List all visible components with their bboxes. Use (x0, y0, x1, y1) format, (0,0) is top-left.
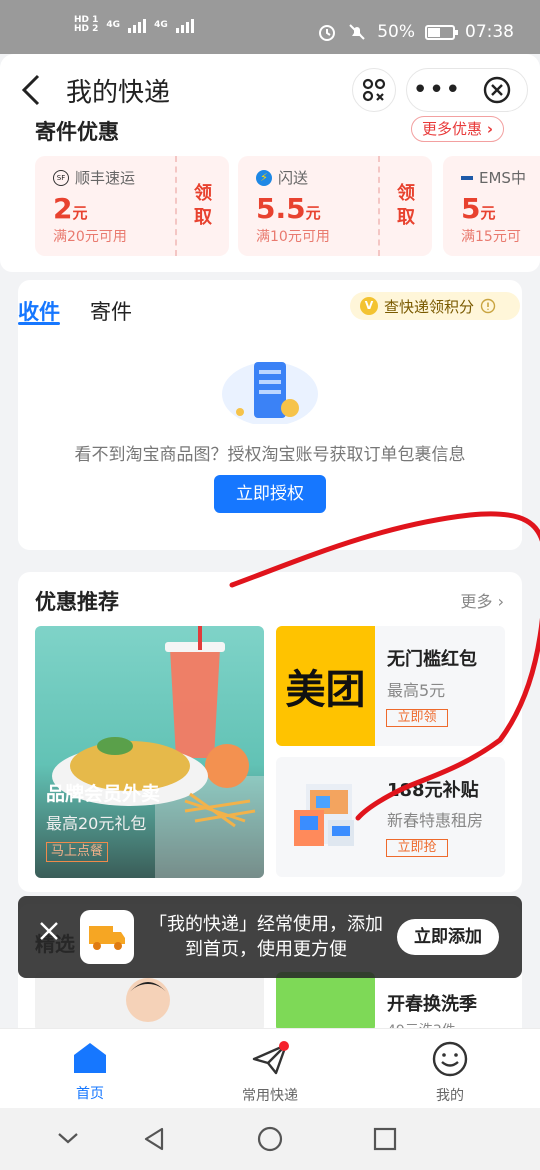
coupon-section-title: 寄件优惠 (35, 120, 119, 144)
building-illustration-icon (294, 784, 354, 846)
coupon-card-sf[interactable]: SF 顺丰速运 2元 满20元可用 领取 (35, 156, 229, 256)
status-bar: HD 1 HD 2 4G 4G 50% 07:38 (0, 0, 540, 54)
authorization-message: 看不到淘宝商品图？授权淘宝账号获取订单包裹信息 (74, 445, 466, 465)
close-button[interactable] (467, 76, 527, 104)
network-gen-2: 4G (154, 20, 168, 30)
coupon-card-ems[interactable]: EMS中 5元 满15元可 (443, 156, 540, 256)
mini-program-capsule: ••• (406, 68, 528, 112)
paper-plane-icon (252, 1041, 289, 1075)
clock: 07:38 (465, 22, 514, 42)
nav-recents-icon[interactable] (372, 1126, 398, 1152)
signal-icon-2 (175, 17, 194, 33)
claim-button[interactable]: 领取 (378, 156, 432, 256)
network-gen: 4G (106, 20, 121, 30)
food-title: 品牌会员外卖 (46, 783, 161, 805)
promotions-title: 优惠推荐 (35, 590, 119, 614)
system-nav-bar (0, 1108, 540, 1170)
meituan-logo: 美团 (276, 626, 375, 746)
alarm-icon (319, 25, 336, 41)
battery-icon (425, 24, 458, 40)
close-icon[interactable] (38, 920, 60, 942)
delivery-truck-icon (89, 926, 125, 950)
back-arrow-icon[interactable] (18, 72, 48, 108)
tab-send[interactable]: 寄件 (90, 296, 132, 326)
more-coupons-link[interactable]: 更多优惠 › (411, 116, 504, 142)
more-options-icon[interactable]: ••• (407, 77, 467, 103)
toast-message: 「我的快递」经常使用，添加到首页，使用更方便 (149, 914, 383, 960)
lightning-icon: ⚡ (256, 169, 272, 186)
meituan-cta[interactable]: 立即领 (386, 709, 448, 727)
promotions-more-link[interactable]: 更多 › (461, 588, 505, 612)
scan-icon (362, 78, 386, 102)
ems-icon (461, 175, 473, 180)
tab-mine[interactable]: 我的 (390, 1041, 510, 1105)
claim-button[interactable]: 领取 (175, 156, 229, 256)
hide-keyboard-chevron-icon[interactable] (56, 1130, 80, 1146)
sf-express-icon: SF (53, 169, 69, 186)
battery-percent: 50% (377, 22, 415, 42)
app-icon (80, 910, 134, 964)
bottom-tab-bar: 首页 常用快递 我的 (0, 1028, 540, 1108)
meituan-subtitle: 最高5元 (387, 681, 446, 700)
rent-title: 188元补贴 (387, 780, 479, 801)
food-cta[interactable]: 马上点餐 (46, 842, 109, 862)
close-circle-icon (483, 76, 511, 104)
smiley-user-icon (432, 1041, 468, 1077)
rent-cta[interactable]: 立即抢 (386, 839, 448, 857)
page-title: 我的快递 (66, 78, 171, 108)
add-to-home-toast: 「我的快递」经常使用，添加到首页，使用更方便 立即添加 (18, 896, 522, 978)
mute-icon (349, 24, 365, 40)
points-pill[interactable]: V 查快递领积分 (350, 292, 520, 320)
authorize-button[interactable]: 立即授权 (214, 475, 326, 513)
coupon-card-shansong[interactable]: ⚡ 闪送 5.5元 满10元可用 领取 (238, 156, 432, 256)
wash-title: 开春换洗季 (387, 994, 477, 1015)
nav-home-icon[interactable] (257, 1126, 283, 1152)
coin-icon: V (360, 297, 378, 315)
food-image (52, 626, 264, 878)
coupon-list: SF 顺丰速运 2元 满20元可用 领取 ⚡ 闪送 5.5元 满10元可用 领取 E… (35, 156, 540, 256)
wash-image[interactable] (276, 972, 375, 1032)
person-image-icon (126, 978, 170, 1022)
add-to-home-button[interactable]: 立即添加 (397, 919, 499, 955)
scan-button[interactable] (352, 68, 396, 112)
info-icon (480, 298, 496, 314)
sim-labels: HD 1 HD 2 (74, 15, 99, 34)
tab-indicator (18, 322, 60, 325)
phone-illustration-icon (222, 362, 318, 424)
rent-subtitle: 新春特惠租房 (387, 811, 484, 830)
nav-back-icon[interactable] (142, 1126, 168, 1152)
food-subtitle: 最高20元礼包 (46, 814, 147, 833)
food-delivery-banner[interactable] (35, 626, 264, 878)
tab-home[interactable]: 首页 (30, 1041, 150, 1103)
meituan-title: 无门槛红包 (387, 649, 477, 670)
signal-icon (128, 17, 147, 33)
tab-frequent-express[interactable]: 常用快递 (210, 1041, 330, 1105)
home-icon (74, 1043, 106, 1073)
